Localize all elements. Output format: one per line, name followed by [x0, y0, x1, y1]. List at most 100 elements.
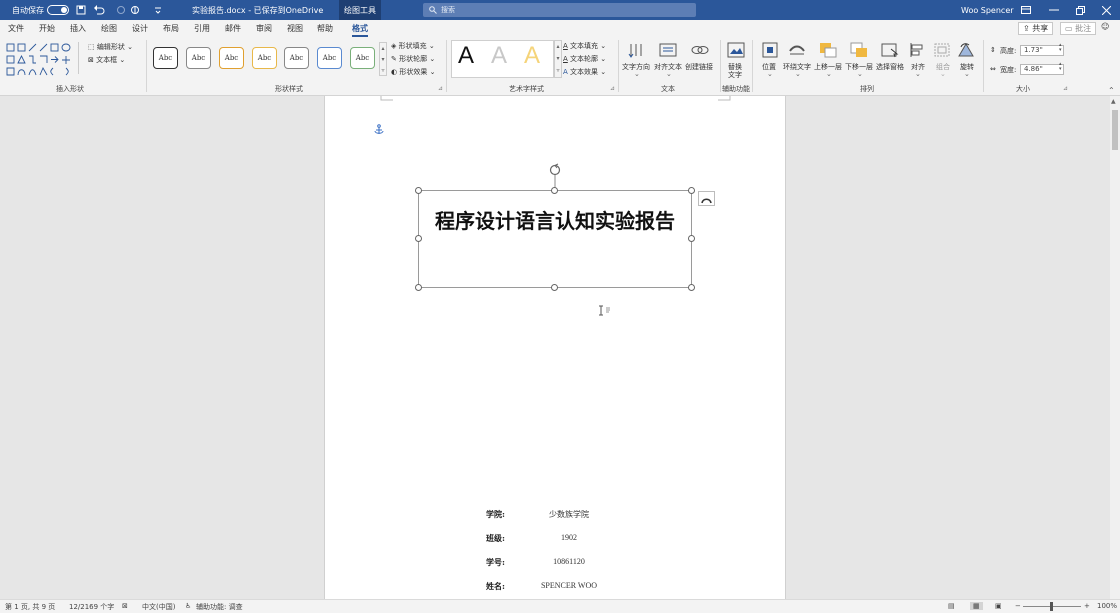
anchor-icon[interactable]	[374, 124, 384, 135]
shape-outline-button[interactable]: ✎ 形状轮廓 ⌄	[391, 54, 435, 64]
tab-view[interactable]: 视图	[287, 23, 303, 34]
send-backward-icon[interactable]	[850, 42, 868, 58]
emoji-feedback-icon[interactable]: ☺	[1101, 22, 1109, 31]
position-icon[interactable]	[761, 42, 779, 58]
width-field[interactable]: 4.86"	[1020, 64, 1064, 75]
page-count[interactable]: 第 1 页, 共 9 页	[5, 602, 55, 612]
chevron-down-icon[interactable]: ⌄	[634, 70, 640, 78]
rotate-handle-icon[interactable]	[547, 163, 563, 190]
save-icon[interactable]	[76, 0, 86, 20]
size-launcher-icon[interactable]: ⊿	[1063, 85, 1068, 92]
selection-pane-label[interactable]: 选择窗格	[876, 62, 904, 72]
tab-mailings[interactable]: 邮件	[225, 23, 241, 34]
document-title-text[interactable]: 程序设计语言认知实验报告	[418, 205, 692, 234]
collapse-ribbon-icon[interactable]: ⌃	[1108, 86, 1115, 95]
resize-handle-left[interactable]	[415, 235, 422, 242]
tab-home[interactable]: 开始	[39, 23, 55, 34]
resize-handle-right[interactable]	[688, 235, 695, 242]
field-value-college[interactable]: 少数族学院	[524, 509, 614, 520]
create-link-label[interactable]: 创建链接	[685, 62, 713, 72]
resize-handle-bottom[interactable]	[551, 284, 558, 291]
alt-text-label-2[interactable]: 文字	[728, 70, 742, 80]
chevron-down-icon[interactable]: ⌄	[915, 70, 921, 78]
zoom-level[interactable]: 100%	[1097, 602, 1117, 610]
tab-file[interactable]: 文件	[8, 23, 24, 34]
user-name[interactable]: Woo Spencer	[961, 0, 1014, 20]
word-count[interactable]: 12/2169 个字	[69, 602, 114, 612]
language-indicator[interactable]: 中文(中国)	[142, 602, 175, 612]
layout-options-button[interactable]	[698, 191, 715, 206]
undo-icon[interactable]	[93, 0, 105, 20]
tab-draw[interactable]: 绘图	[101, 23, 117, 34]
resize-handle-top-left[interactable]	[415, 187, 422, 194]
wrap-text-icon[interactable]	[788, 42, 806, 58]
chevron-down-icon[interactable]: ⌄	[940, 70, 946, 78]
zoom-in-icon[interactable]: +	[1084, 602, 1090, 610]
edit-shape-button[interactable]: ⬚ 编辑形状 ⌄	[88, 42, 133, 52]
zoom-slider-thumb[interactable]	[1050, 602, 1053, 611]
touch-mode-icon[interactable]	[130, 0, 140, 20]
proofing-icon[interactable]: ⊠	[122, 602, 128, 610]
shape-fill-button[interactable]: ◈ 形状填充 ⌄	[391, 41, 435, 51]
resize-handle-top[interactable]	[551, 187, 558, 194]
field-value-class[interactable]: 1902	[524, 533, 614, 542]
shape-styles-scroll[interactable]: ▴ ▾ ▿	[379, 42, 387, 76]
print-layout-icon[interactable]: ▦	[970, 602, 983, 610]
wordart-scroll[interactable]: ▴ ▾ ▿	[554, 40, 562, 78]
chevron-down-icon[interactable]: ⌄	[666, 70, 672, 78]
share-button[interactable]: ⇪ 共享	[1018, 22, 1054, 35]
tab-layout[interactable]: 布局	[163, 23, 179, 34]
vertical-scrollbar[interactable]	[1110, 96, 1120, 599]
chevron-down-icon[interactable]: ⌄	[857, 70, 863, 78]
align-objects-icon[interactable]	[909, 42, 927, 58]
tab-review[interactable]: 审阅	[256, 23, 272, 34]
web-layout-icon[interactable]: ▣	[995, 602, 1002, 610]
restore-icon[interactable]	[1067, 0, 1093, 20]
shape-style-2[interactable]: Abc	[186, 47, 211, 69]
customize-qat-icon[interactable]	[154, 0, 162, 20]
selection-pane-icon[interactable]	[881, 42, 899, 58]
close-icon[interactable]	[1093, 0, 1119, 20]
minimize-icon[interactable]	[1041, 0, 1067, 20]
comments-button[interactable]: ▭ 批注	[1060, 22, 1097, 35]
chevron-down-icon[interactable]: ⌄	[826, 70, 832, 78]
group-objects-icon[interactable]	[933, 42, 951, 58]
text-effects-button[interactable]: A 文本效果 ⌄	[563, 67, 606, 77]
tab-design[interactable]: 设计	[132, 23, 148, 34]
accessibility-status[interactable]: 辅助功能: 调查	[196, 602, 243, 612]
focus-mode-icon[interactable]: ▤	[948, 602, 955, 610]
alt-text-icon[interactable]	[727, 42, 745, 58]
shape-effects-button[interactable]: ◐ 形状效果 ⌄	[391, 67, 435, 77]
tab-format[interactable]: 格式	[352, 23, 368, 37]
field-value-student-id[interactable]: 10861120	[524, 557, 614, 566]
chevron-down-icon[interactable]: ⌄	[767, 70, 773, 78]
resize-handle-bottom-left[interactable]	[415, 284, 422, 291]
zoom-out-icon[interactable]: −	[1015, 602, 1021, 610]
width-spinner[interactable]: ▴ ▾	[1059, 62, 1062, 72]
search-box[interactable]: 搜索	[423, 3, 696, 17]
shape-style-7[interactable]: Abc	[350, 47, 375, 69]
tab-help[interactable]: 帮助	[317, 23, 333, 34]
create-link-icon[interactable]	[691, 42, 709, 58]
shape-style-6[interactable]: Abc	[317, 47, 342, 69]
text-outline-button[interactable]: A 文本轮廓 ⌄	[563, 54, 606, 64]
scrollbar-thumb[interactable]	[1112, 110, 1118, 150]
chevron-down-icon[interactable]: ⌄	[964, 70, 970, 78]
wordart-launcher-icon[interactable]: ⊿	[610, 85, 615, 92]
bring-forward-icon[interactable]	[819, 42, 837, 58]
field-value-name[interactable]: SPENCER WOO	[524, 581, 614, 590]
text-fill-button[interactable]: A 文本填充 ⌄	[563, 41, 606, 51]
align-text-icon[interactable]	[659, 42, 677, 58]
resize-handle-bottom-right[interactable]	[688, 284, 695, 291]
wordart-style-1[interactable]: A	[458, 42, 474, 70]
autosave-toggle[interactable]	[47, 5, 69, 15]
autosave-control[interactable]: 自动保存	[12, 0, 69, 20]
shape-style-5[interactable]: Abc	[284, 47, 309, 69]
shape-style-4[interactable]: Abc	[252, 47, 277, 69]
shapes-scroll[interactable]	[78, 42, 84, 74]
chevron-down-icon[interactable]: ⌄	[795, 70, 801, 78]
wordart-style-3[interactable]: A	[524, 42, 540, 70]
height-field[interactable]: 1.73"	[1020, 45, 1064, 56]
height-spinner[interactable]: ▴ ▾	[1059, 43, 1062, 53]
wordart-style-2[interactable]: A	[491, 42, 507, 70]
